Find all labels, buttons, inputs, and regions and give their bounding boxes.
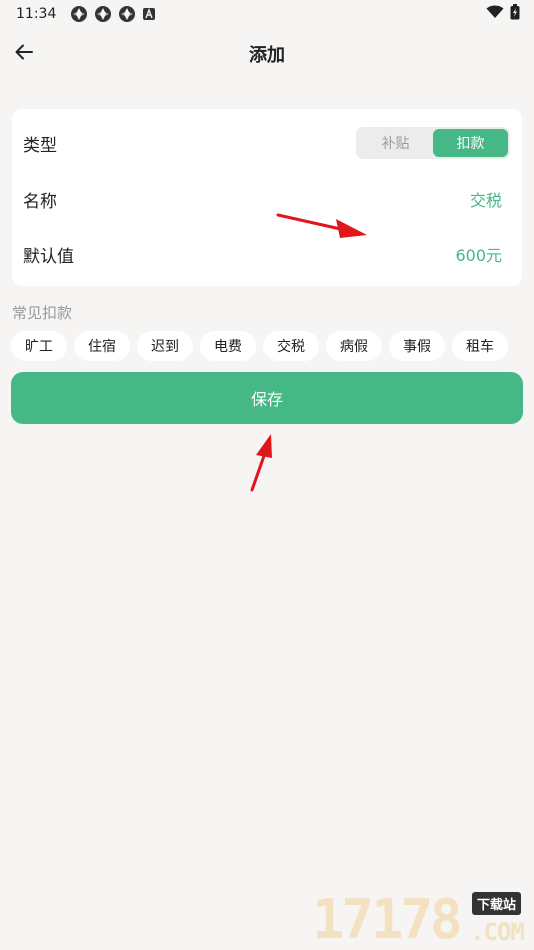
chip-late[interactable]: 迟到	[137, 331, 193, 361]
segment-subsidy[interactable]: 补贴	[358, 129, 433, 157]
page-title: 添加	[249, 45, 285, 66]
status-bar: 11:34	[0, 0, 534, 28]
form-card: 类型 补贴 扣款 名称 交税 默认值 600元	[12, 109, 522, 286]
status-time: 11:34	[16, 6, 57, 22]
name-row[interactable]: 名称 交税	[12, 171, 522, 227]
status-left-icons	[70, 5, 156, 23]
common-deductions-chips: 旷工 住宿 迟到 电费 交税 病假 事假 租车	[11, 331, 508, 361]
chip-tax[interactable]: 交税	[263, 331, 319, 361]
status-right-icons	[486, 4, 520, 24]
watermark-tag: 下载站	[472, 892, 522, 915]
segment-deduction[interactable]: 扣款	[433, 129, 508, 157]
chip-lodging[interactable]: 住宿	[74, 331, 130, 361]
annotation-arrow-icon	[250, 434, 272, 492]
chip-car-rental[interactable]: 租车	[452, 331, 508, 361]
notification-icon	[118, 5, 136, 23]
watermark-logo: 17178 下载站 .COM	[312, 884, 534, 950]
type-row: 类型 补贴 扣款	[12, 115, 522, 171]
battery-icon	[510, 4, 520, 24]
app-bar: 添加	[0, 28, 534, 80]
chip-absence[interactable]: 旷工	[11, 331, 67, 361]
wifi-icon	[486, 5, 504, 23]
type-segmented-control: 补贴 扣款	[356, 127, 510, 159]
app-a-icon	[142, 7, 156, 21]
back-button[interactable]	[8, 38, 40, 70]
watermark-domain: .COM	[470, 918, 525, 946]
watermark-number: 17178	[312, 888, 463, 950]
name-label: 名称	[23, 191, 57, 212]
save-button[interactable]: 保存	[11, 372, 523, 424]
notification-icon	[70, 5, 88, 23]
chip-electricity[interactable]: 电费	[200, 331, 256, 361]
arrow-left-icon	[14, 42, 34, 66]
chip-sick-leave[interactable]: 病假	[326, 331, 382, 361]
common-deductions-title: 常见扣款	[12, 304, 73, 322]
chip-personal-leave[interactable]: 事假	[389, 331, 445, 361]
default-value-value[interactable]: 600元	[455, 242, 502, 266]
default-value-row[interactable]: 默认值 600元	[12, 226, 522, 282]
notification-icon	[94, 5, 112, 23]
type-label: 类型	[23, 135, 57, 156]
name-value[interactable]: 交税	[470, 187, 502, 211]
default-value-label: 默认值	[23, 246, 74, 267]
